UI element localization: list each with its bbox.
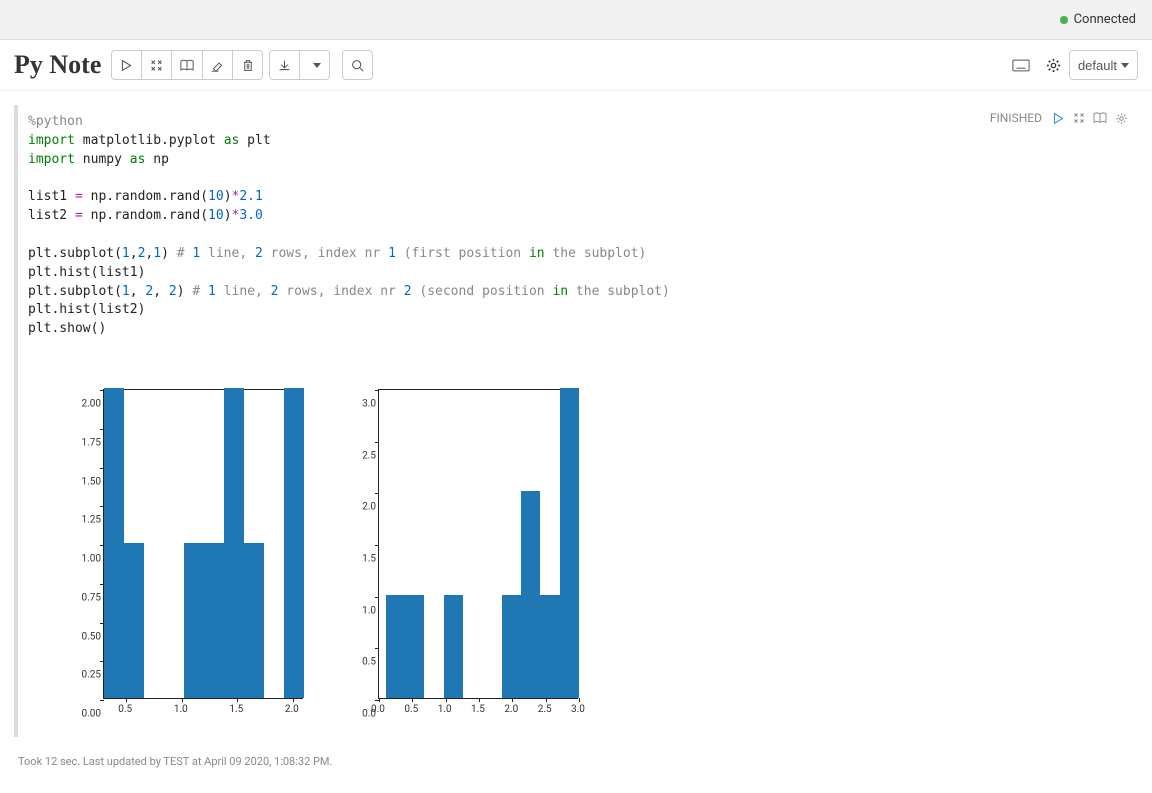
- paragraph-cell[interactable]: FINISHED: [14, 105, 1138, 737]
- header: Py Note: [0, 40, 1152, 91]
- y-tick-label: 3.0: [336, 399, 376, 410]
- bar: [204, 543, 224, 698]
- toolbar-main-group: [111, 50, 263, 80]
- bar: [560, 388, 579, 698]
- run-all-button[interactable]: [111, 50, 142, 80]
- show-hide-code-button[interactable]: [142, 50, 172, 80]
- eraser-icon: [211, 59, 224, 72]
- bar: [444, 595, 463, 698]
- y-tick-label: 1.25: [61, 515, 101, 526]
- bar: [405, 595, 424, 698]
- search-button[interactable]: [342, 50, 373, 80]
- y-tick-label: 0.0: [336, 709, 376, 720]
- interpreter-select-label: default: [1078, 58, 1117, 73]
- chart-output: 0.00 0.25 0.50 0.75 1.00 1.25 1.50 1.75 2.00 0.5 1…: [28, 379, 1130, 729]
- toggle-editor-button[interactable]: [1073, 112, 1085, 125]
- y-tick-label: 1.0: [336, 605, 376, 616]
- x-tick-label: 1.5: [229, 704, 243, 715]
- keyboard-shortcuts-button[interactable]: [1004, 50, 1038, 80]
- cell-status: FINISHED: [990, 111, 1042, 125]
- y-tick-label: 1.75: [61, 437, 101, 448]
- download-icon: [278, 59, 291, 72]
- book-icon: [180, 59, 194, 72]
- paragraph-settings-button[interactable]: [1115, 112, 1128, 125]
- book-icon: [1093, 112, 1107, 124]
- settings-button[interactable]: [1038, 50, 1069, 80]
- status-dot-icon: [1060, 16, 1068, 24]
- x-tick-label: 2.0: [504, 704, 518, 715]
- clear-output-button[interactable]: [203, 50, 233, 80]
- x-tick-label: 2.0: [285, 704, 299, 715]
- bar: [540, 595, 559, 698]
- keyboard-icon: [1012, 59, 1030, 72]
- collapse-icon: [150, 59, 163, 72]
- x-tick-label: 0.5: [404, 704, 418, 715]
- x-tick-label: 1.5: [471, 704, 485, 715]
- chevron-down-icon: [1121, 63, 1129, 68]
- y-tick-label: 2.00: [61, 399, 101, 410]
- y-tick-label: 0.5: [336, 657, 376, 668]
- y-tick-label: 0.25: [61, 670, 101, 681]
- show-hide-output-button[interactable]: [172, 50, 203, 80]
- y-tick-label: 2.0: [336, 502, 376, 513]
- x-tick-label: 1.0: [174, 704, 188, 715]
- gear-icon: [1046, 58, 1061, 73]
- export-button[interactable]: [269, 50, 300, 80]
- toolbar-export-group: [269, 50, 330, 80]
- x-tick-label: 0.0: [371, 704, 385, 715]
- bar: [284, 388, 304, 698]
- export-dropdown-button[interactable]: [300, 50, 330, 80]
- x-tick-label: 2.5: [538, 704, 552, 715]
- y-tick-label: 1.50: [61, 476, 101, 487]
- x-tick-label: 1.0: [438, 704, 452, 715]
- bar: [521, 491, 540, 698]
- y-tick-label: 2.5: [336, 450, 376, 461]
- bar: [184, 543, 204, 698]
- search-icon: [351, 59, 364, 72]
- bar: [224, 388, 244, 698]
- y-tick-label: 0.00: [61, 709, 101, 720]
- y-tick-label: 0.75: [61, 592, 101, 603]
- gear-icon: [1115, 112, 1128, 125]
- toggle-output-button[interactable]: [1093, 112, 1107, 125]
- topbar: Connected: [0, 0, 1152, 40]
- notebook-title[interactable]: Py Note: [14, 50, 101, 80]
- interpreter-select[interactable]: default: [1069, 50, 1138, 80]
- cell-status-row: FINISHED: [990, 111, 1128, 125]
- connection-status: Connected: [1074, 12, 1136, 27]
- y-tick-label: 0.50: [61, 631, 101, 642]
- bar: [502, 595, 521, 698]
- delete-note-button[interactable]: [233, 50, 263, 80]
- bar: [244, 543, 264, 698]
- cell-footer: Took 12 sec. Last updated by TEST at Apr…: [18, 755, 1134, 768]
- x-tick-label: 0.5: [118, 704, 132, 715]
- y-tick-label: 1.5: [336, 554, 376, 565]
- histogram-left: 0.00 0.25 0.50 0.75 1.00 1.25 1.50 1.75 2.00 0.5 1…: [58, 379, 313, 729]
- play-icon: [1052, 112, 1065, 125]
- bar: [124, 543, 144, 698]
- bar: [104, 388, 124, 698]
- run-paragraph-button[interactable]: [1052, 112, 1065, 125]
- chevron-down-icon: [313, 63, 321, 68]
- code-editor[interactable]: %pythonimport matplotlib.pyplot as pltim…: [28, 113, 1130, 339]
- x-tick-label: 3.0: [571, 704, 585, 715]
- trash-icon: [242, 59, 254, 72]
- collapse-icon: [1073, 112, 1085, 124]
- histogram-right: 0.0 0.5 1.0 1.5 2.0 2.5 3.0 0.0 0.5 1.0 1.5 2.0 2.5 3…: [333, 379, 588, 729]
- y-tick-label: 1.00: [61, 554, 101, 565]
- bar: [386, 595, 405, 698]
- play-icon: [120, 59, 133, 72]
